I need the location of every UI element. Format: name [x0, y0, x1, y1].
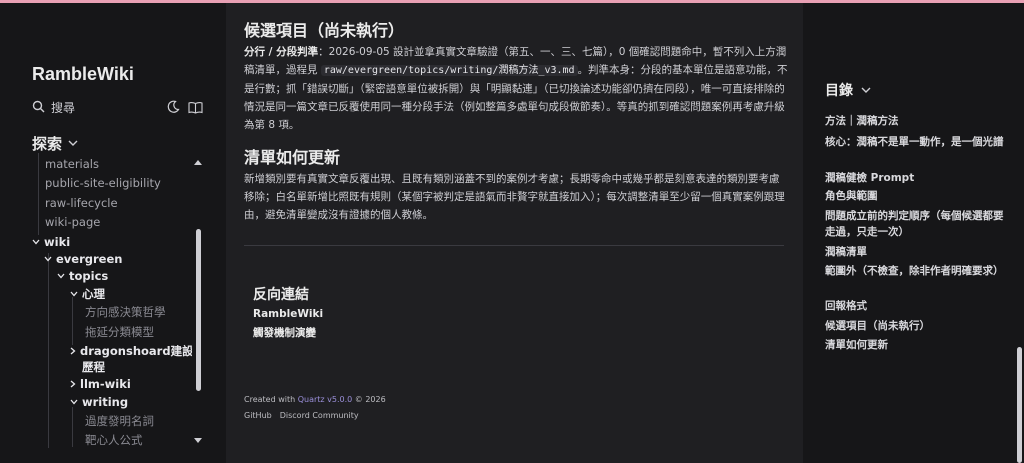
toc-item[interactable]: 清單如何更新 — [825, 337, 1005, 353]
scroll-down-arrow-icon[interactable] — [193, 437, 203, 445]
tree-folder-evergreen[interactable]: evergreen — [44, 252, 122, 266]
tree-guide — [48, 253, 49, 448]
tree-item[interactable]: wiki-page — [45, 215, 100, 229]
tree-folder-wiki[interactable]: wiki — [32, 235, 70, 249]
tree-item[interactable]: materials — [45, 157, 99, 171]
chevron-down-icon — [57, 273, 65, 279]
tree-item[interactable]: 過度發明名詞 — [85, 413, 154, 429]
toc-item[interactable]: 範圍外（不檢查，除非作者明確要求） — [825, 263, 1005, 279]
chevron-down-icon — [32, 239, 40, 245]
explorer-title: 探索 — [32, 135, 63, 153]
tree-folder-topics[interactable]: topics — [57, 269, 108, 283]
backlinks-title: 反向連結 — [253, 287, 309, 303]
backlink-item[interactable]: RambleWiki — [253, 308, 323, 320]
page-scrollbar[interactable] — [1017, 347, 1022, 463]
reader-mode-toggle[interactable] — [186, 98, 204, 116]
moon-icon — [167, 100, 180, 113]
left-sidebar: RambleWiki 搜尋 探索 materials public-site-e… — [0, 3, 226, 463]
footer-link-github[interactable]: GitHub — [244, 411, 272, 420]
dark-mode-toggle[interactable] — [164, 98, 182, 116]
explorer-tree: materials public-site-eligibility raw-li… — [32, 153, 192, 448]
toc-item[interactable]: 回報格式 — [825, 298, 1005, 314]
chevron-down-icon — [70, 291, 78, 297]
tree-guide — [38, 153, 39, 235]
chevron-down-icon — [44, 256, 52, 262]
bold-lead: 分行 / 分段判準 — [244, 46, 319, 58]
paragraph-candidates: 分行 / 分段判準：2026-09-05 設計並拿真實文章驗證（第五、一、三、七… — [244, 46, 788, 131]
chevron-down-icon — [68, 140, 78, 146]
book-open-icon — [187, 101, 203, 114]
tree-folder-writing[interactable]: writing — [70, 395, 128, 409]
chevron-right-icon — [70, 347, 76, 355]
search-icon — [32, 98, 45, 117]
explorer-toggle[interactable]: 探索 — [32, 133, 78, 154]
chevron-right-icon — [70, 380, 76, 388]
footer-link-discord[interactable]: Discord Community — [280, 411, 359, 420]
search-label: 搜尋 — [51, 100, 76, 115]
footer-credit: Created with Quartz v5.0.0 © 2026 — [244, 395, 386, 404]
heading-candidates: 候選項目（尚未執行） — [244, 21, 405, 40]
scroll-up-arrow-icon[interactable] — [193, 158, 203, 166]
heading-update: 清單如何更新 — [244, 148, 341, 167]
toc-item[interactable]: 核心：潤稿不是單一動作，是一個光譜 — [825, 134, 1005, 150]
tree-item[interactable]: 拖延分類模型 — [85, 324, 154, 340]
toc-item[interactable]: 潤稿健檢 Prompt — [825, 170, 1005, 186]
tree-item[interactable]: 方向感決策哲學 — [85, 304, 166, 320]
toc-item[interactable]: 候選項目（尚未執行） — [825, 318, 1005, 334]
tree-folder-llm-wiki[interactable]: llm-wiki — [70, 377, 131, 391]
tree-item[interactable]: 靶心人公式 — [85, 432, 143, 448]
tree-folder-psychology[interactable]: 心理 — [70, 286, 105, 302]
explorer-scrollbar[interactable] — [196, 229, 201, 391]
inline-code-path[interactable]: raw/evergreen/topics/writing/潤稿方法_v3.md — [320, 65, 578, 76]
chevron-down-icon — [70, 399, 78, 405]
site-title[interactable]: RambleWiki — [32, 64, 134, 85]
paragraph-update: 新增類別要有真實文章反覆出現、且既有類別涵蓋不到的案例才考慮；長期零命中或幾乎都… — [244, 173, 785, 221]
tree-guide — [72, 297, 73, 345]
toc-item[interactable]: 角色與範圍 — [825, 188, 1005, 204]
tree-guide — [72, 407, 73, 447]
tree-folder-dragonshoard-cont[interactable]: 歷程 — [82, 359, 105, 375]
toc-item[interactable]: 潤稿清單 — [825, 244, 1005, 260]
toc-item[interactable]: 問題成立前的判定順序（每個候選都要走過，只走一次） — [825, 208, 1005, 240]
search-button[interactable]: 搜尋 — [32, 96, 160, 118]
toc-toggle[interactable]: 目錄 — [825, 80, 871, 100]
divider — [244, 245, 784, 246]
tree-folder-dragonshoard[interactable]: dragonshoard建設 — [70, 343, 192, 359]
toc-item[interactable]: 方法｜潤稿方法 — [825, 113, 1005, 129]
tree-item[interactable]: public-site-eligibility — [45, 176, 161, 190]
backlink-item[interactable]: 觸發機制演變 — [253, 325, 316, 340]
quartz-link[interactable]: Quartz v5.0.0 — [298, 395, 353, 404]
main-content: 候選項目（尚未執行） 分行 / 分段判準：2026-09-05 設計並拿真實文章… — [226, 3, 803, 463]
footer-links: GitHub Discord Community — [244, 411, 359, 420]
tree-item[interactable]: raw-lifecycle — [45, 196, 118, 210]
right-sidebar: 目錄 方法｜潤稿方法 核心：潤稿不是單一動作，是一個光譜 潤稿健檢 Prompt… — [803, 3, 1024, 463]
chevron-down-icon — [861, 87, 871, 93]
toc-title: 目錄 — [825, 83, 853, 99]
